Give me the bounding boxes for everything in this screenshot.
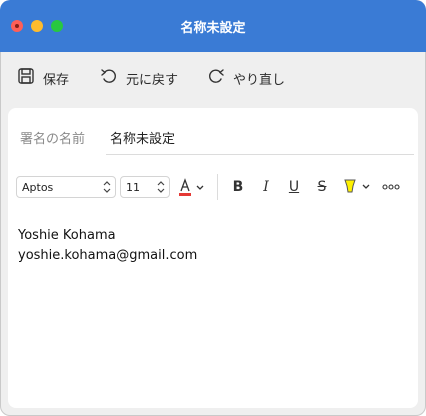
italic-icon: I [263,179,269,195]
highlighter-icon [344,179,370,193]
save-label: 保存 [43,72,70,88]
window-title: 名称未設定 [180,21,246,36]
strikethrough-button[interactable]: S [313,178,331,196]
font-family-value: Aptos [22,180,54,194]
redo-icon [207,67,225,89]
font-size-select[interactable]: 11 [120,176,170,198]
signature-body[interactable]: Yoshie Kohama yoshie.kohama@gmail.com [18,226,197,266]
italic-button[interactable]: I [257,178,275,196]
bold-icon: B [232,179,244,195]
stepper-icon [157,181,165,193]
more-options-button[interactable] [381,178,401,196]
font-family-select[interactable]: Aptos [16,176,116,198]
font-color-icon [179,178,204,196]
undo-button[interactable]: 元に戻す [100,67,178,89]
redo-button[interactable]: やり直し [207,67,285,89]
signature-line: Yoshie Kohama [18,228,116,243]
highlight-button[interactable] [341,178,373,196]
bold-button[interactable]: B [229,178,247,196]
toolbar-divider [217,174,218,200]
save-icon [17,67,35,89]
signature-line: yoshie.kohama@gmail.com [18,248,198,263]
redo-label: やり直し [233,72,286,88]
undo-icon [100,67,118,89]
undo-label: 元に戻す [126,72,179,88]
more-icon [382,184,400,190]
strikethrough-icon: S [317,179,327,195]
signature-panel: 署名の名前 Aptos 11 [8,108,418,408]
stepper-icon [103,181,111,193]
format-toolbar: Aptos 11 B I U S [8,172,418,202]
signature-name-field[interactable] [106,120,414,155]
signature-name-label: 署名の名前 [20,132,86,147]
underline-icon: U [288,179,300,195]
toolbar: 保存 元に戻す やり直し [0,52,426,104]
font-size-value: 11 [126,180,140,194]
signature-window: 名称未設定 保存 元に戻す やり直し 署名の名前 名称未設定 Aptos 11 … [0,0,426,416]
title-bar: 名称未設定 [0,0,426,52]
underline-button[interactable]: U [285,178,303,196]
save-button[interactable]: 保存 [17,67,69,89]
font-color-button[interactable] [176,178,206,198]
